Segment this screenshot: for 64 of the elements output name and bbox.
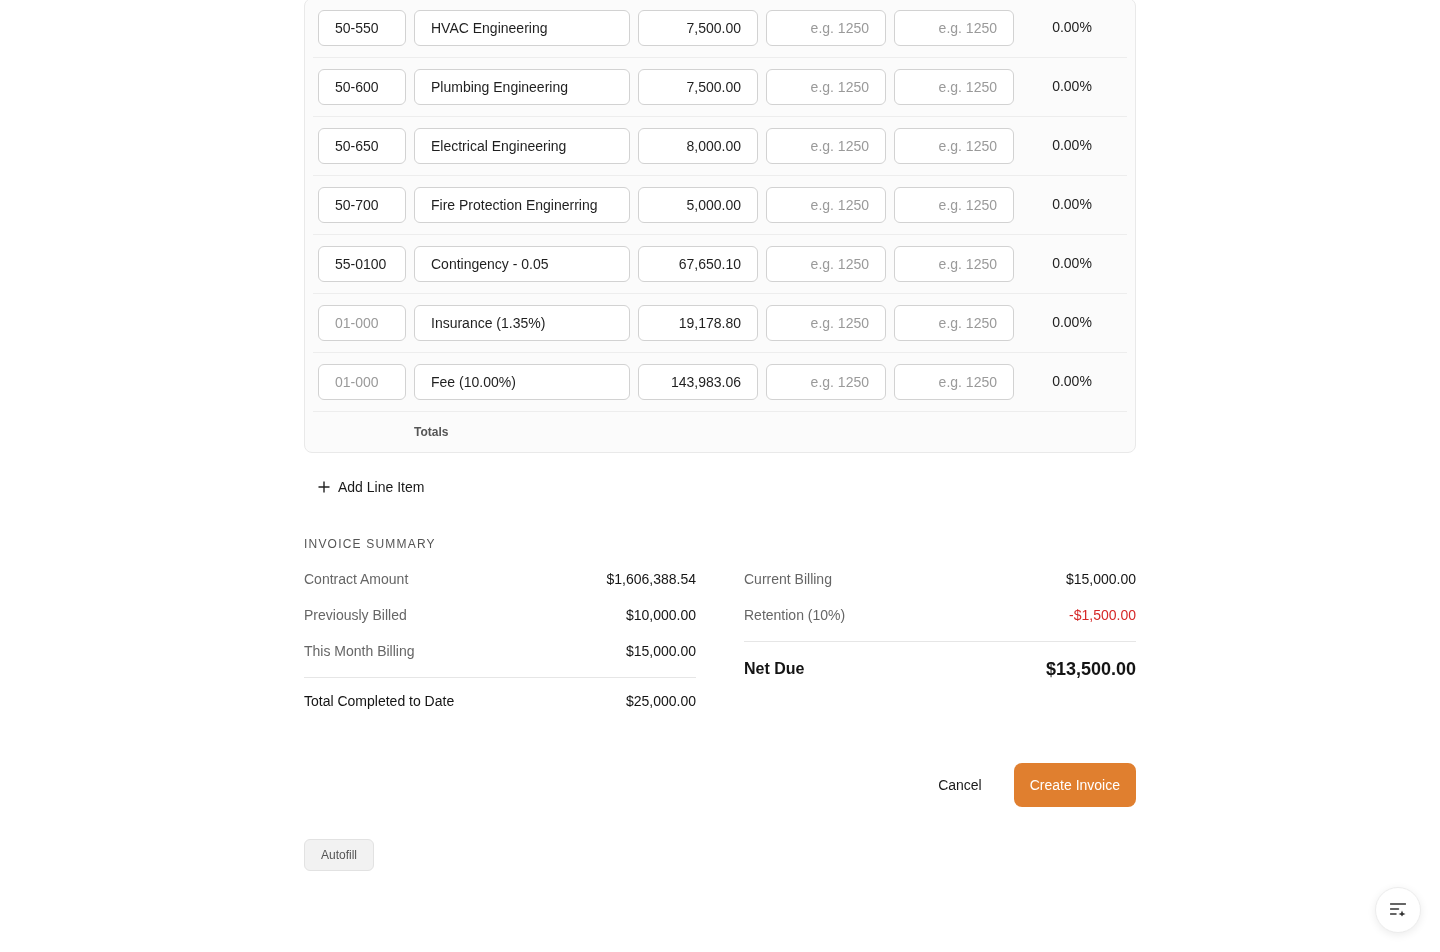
description-field[interactable]: Contingency - 0.05 [414, 246, 630, 282]
input-field[interactable]: e.g. 1250 [766, 305, 886, 341]
amount-field[interactable]: 8,000.00 [638, 128, 758, 164]
input-field[interactable]: e.g. 1250 [766, 246, 886, 282]
section-heading: INVOICE SUMMARY [304, 536, 437, 552]
description-field[interactable]: Electrical Engineering [414, 128, 630, 164]
cancel-button[interactable]: Cancel [922, 763, 998, 807]
plus-icon [318, 481, 330, 493]
amount-field[interactable]: 7,500.00 [638, 10, 758, 46]
code-field[interactable]: 55-0100 [318, 246, 406, 282]
amount-field[interactable]: 7,500.00 [638, 69, 758, 105]
summary-label: Contract Amount [304, 570, 409, 589]
total-label: Total Completed to Date [304, 692, 455, 711]
description-field[interactable]: Fee (10.00%) [414, 364, 630, 400]
add-line-item-button[interactable]: Add Line Item [304, 469, 439, 505]
code-field[interactable]: 50-550 [318, 10, 406, 46]
code-field[interactable]: 01-000 [318, 305, 406, 341]
percent-text: 0.00% [1051, 78, 1093, 94]
input-field[interactable]: e.g. 1250 [894, 364, 1014, 400]
amount-field[interactable]: 5,000.00 [638, 187, 758, 223]
floating-action-button[interactable] [1375, 887, 1421, 933]
list-sparkle-icon [1390, 903, 1406, 917]
summary-label: Retention (10%) [744, 606, 846, 625]
input-field[interactable]: e.g. 1250 [894, 128, 1014, 164]
input-field[interactable]: e.g. 1250 [766, 187, 886, 223]
amount-field[interactable]: 67,650.10 [638, 246, 758, 282]
description-field[interactable]: Insurance (1.35%) [414, 305, 630, 341]
input-field[interactable]: e.g. 1250 [766, 69, 886, 105]
input-field[interactable]: e.g. 1250 [894, 69, 1014, 105]
code-field[interactable]: 50-700 [318, 187, 406, 223]
total-value: $25,000.00 [625, 692, 696, 711]
summary-value: $15,000.00 [625, 642, 696, 661]
summary-value: $15,000.00 [1065, 570, 1136, 589]
autofill-button[interactable]: Autofill [304, 839, 375, 871]
totals-label: Totals [414, 425, 449, 439]
code-field[interactable]: 50-600 [318, 69, 406, 105]
percent-text: 0.00% [1051, 137, 1093, 153]
percent-text: 0.00% [1051, 196, 1093, 212]
percent-text: 0.00% [1051, 314, 1093, 330]
net-due-value: $13,500.00 [1045, 658, 1136, 681]
input-field[interactable]: e.g. 1250 [894, 187, 1014, 223]
input-field[interactable]: e.g. 1250 [894, 10, 1014, 46]
percent-text: 0.00% [1051, 19, 1093, 35]
net-due-label: Net Due [744, 659, 805, 679]
amount-field[interactable]: 143,983.06 [638, 364, 758, 400]
summary-label: Previously Billed [304, 606, 407, 625]
summary-label: This Month Billing [304, 642, 415, 661]
description-field[interactable]: Plumbing Engineering [414, 69, 630, 105]
input-field[interactable]: e.g. 1250 [766, 128, 886, 164]
summary-value: $1,606,388.54 [606, 570, 696, 589]
percent-text: 0.00% [1051, 373, 1093, 389]
amount-field[interactable]: 19,178.80 [638, 305, 758, 341]
description-field[interactable]: Fire Protection Enginerring [414, 187, 630, 223]
input-field[interactable]: e.g. 1250 [894, 305, 1014, 341]
code-field[interactable]: 50-650 [318, 128, 406, 164]
summary-label: Current Billing [744, 570, 832, 589]
input-field[interactable]: e.g. 1250 [766, 10, 886, 46]
input-field[interactable]: e.g. 1250 [766, 364, 886, 400]
summary-value: -$1,500.00 [1069, 606, 1136, 625]
input-field[interactable]: e.g. 1250 [894, 246, 1014, 282]
code-field[interactable]: 01-000 [318, 364, 406, 400]
description-field[interactable]: HVAC Engineering [414, 10, 630, 46]
summary-value: $10,000.00 [625, 606, 696, 625]
percent-text: 0.00% [1051, 255, 1093, 271]
